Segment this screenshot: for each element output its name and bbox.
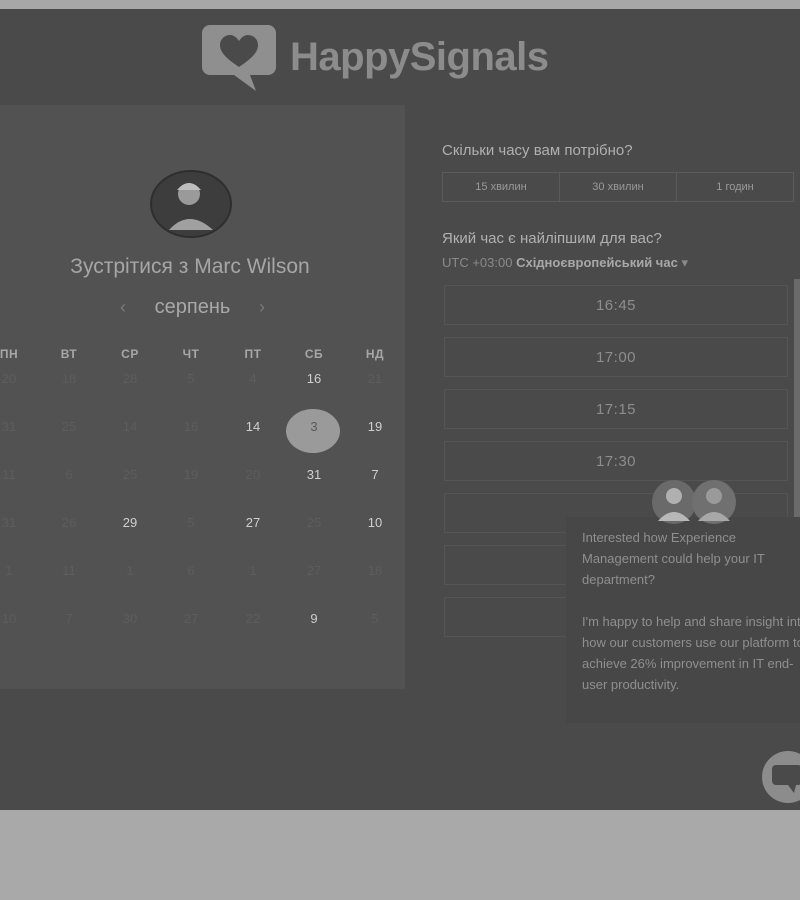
brand-logo: HappySignals (200, 21, 549, 93)
weekday-label: ЧТ (182, 347, 200, 361)
calendar-day: 19 (183, 467, 199, 482)
calendar-day: 16 (183, 419, 199, 434)
calendar-day: 26 (61, 515, 77, 530)
time-slot[interactable]: 17:00 (444, 337, 788, 377)
calendar-day: 1 (126, 563, 134, 578)
calendar-day: 30 (122, 611, 138, 626)
calendar-day: 11 (62, 563, 76, 578)
heart-speech-bubble-icon (202, 25, 276, 91)
calendar-day: 4 (249, 371, 257, 386)
time-slot[interactable]: 16:45 (444, 285, 788, 325)
calendar-day: 6 (65, 467, 73, 482)
weekday-label: СБ (304, 347, 324, 361)
calendar-day: 5 (187, 515, 195, 530)
calendar-day: 21 (367, 371, 383, 386)
weekday-label: ВТ (60, 347, 78, 361)
time-question: Який час є найліпшим для вас? (442, 230, 662, 247)
calendar-day: 28 (122, 371, 138, 386)
calendar-day[interactable]: 27 (226, 515, 280, 530)
calendar-week-row: 31 25 14 16 14 3 19 (0, 419, 405, 459)
calendar-day: 20 (1, 371, 17, 386)
calendar-day[interactable]: 10 (348, 515, 402, 530)
calendar-day: 5 (371, 611, 379, 626)
calendar-day: 31 (1, 515, 17, 530)
brand-name: HappySignals (290, 34, 549, 79)
weekday-label: СР (121, 347, 139, 361)
calendar-week-row: 20 18 28 5 4 16 21 (0, 371, 405, 411)
calendar-day: 18 (367, 563, 383, 578)
calendar-day: 6 (187, 563, 195, 578)
calendar-day: 20 (245, 467, 261, 482)
calendar-week-row: 11 6 25 19 20 31 7 (0, 467, 405, 507)
weekday-label: ПН (0, 347, 19, 361)
chat-agent-avatars (652, 480, 736, 524)
calendar-day: 25 (61, 419, 77, 434)
weekday-label: ПТ (244, 347, 262, 361)
chat-launcher-icon[interactable] (758, 751, 800, 803)
calendar-day: 22 (245, 611, 261, 626)
chat-message: Interested how Experience Management cou… (582, 527, 800, 716)
calendar-day: 14 (122, 419, 138, 434)
timezone-name: Східноєвропейський час (516, 255, 678, 270)
host-avatar (150, 170, 232, 238)
calendar-week-row: 31 26 29 5 27 25 10 (0, 515, 405, 555)
month-label: серпень (154, 295, 231, 318)
duration-selector: 15 хвилин 30 хвилин 1 годин (442, 172, 794, 202)
calendar-day[interactable]: 16 (287, 371, 341, 386)
timezone-offset: UTC +03:00 (442, 255, 513, 270)
calendar-day-selected[interactable]: 3 (287, 419, 341, 434)
bottom-strip (0, 810, 800, 900)
top-bar (0, 0, 800, 9)
weekday-label: НД (365, 347, 385, 361)
calendar-day[interactable]: 14 (226, 419, 280, 434)
chat-message-line-2: I'm happy to help and share insight into… (582, 614, 800, 692)
calendar-day: 27 (183, 611, 199, 626)
calendar-day: 10 (1, 611, 17, 626)
calendar-day: 11 (2, 467, 16, 482)
calendar-day: 31 (1, 419, 17, 434)
calendar-day: 25 (122, 467, 138, 482)
timezone-selector[interactable]: UTC +03:00 Східноєвропейський час ▾ (442, 255, 688, 271)
calendar-day: 27 (306, 563, 322, 578)
duration-30-button[interactable]: 30 хвилин (560, 173, 677, 201)
calendar-day: 7 (65, 611, 73, 626)
calendar-day: 1 (249, 563, 257, 578)
time-slot[interactable]: 17:15 (444, 389, 788, 429)
meeting-title: Зустрітися з Marc Wilson (70, 255, 310, 278)
calendar-day[interactable]: 29 (103, 515, 157, 530)
calendar-day[interactable]: 7 (348, 467, 402, 482)
calendar-week-row: 1 11 1 6 1 27 18 (0, 563, 405, 603)
month-navigator: ‹ серпень › (115, 294, 270, 320)
chevron-right-icon[interactable]: › (254, 297, 270, 318)
chat-message-line-1: Interested how Experience Management cou… (582, 530, 765, 587)
chevron-down-icon: ▾ (681, 255, 688, 270)
calendar-day: 25 (306, 515, 322, 530)
calendar-day[interactable]: 19 (348, 419, 402, 434)
calendar-day[interactable]: 31 (287, 467, 341, 482)
calendar-day: 5 (187, 371, 195, 386)
calendar-week-row: 10 7 30 27 22 9 5 (0, 611, 405, 651)
calendar-day: 18 (61, 371, 77, 386)
chevron-left-icon[interactable]: ‹ (115, 297, 131, 318)
calendar-day[interactable]: 9 (287, 611, 341, 626)
calendar-day: 1 (5, 563, 13, 578)
page-overlay: HappySignals Зустрітися з Marc Wilson ‹ … (0, 9, 800, 810)
time-slot[interactable]: 17:30 (444, 441, 788, 481)
duration-15-button[interactable]: 15 хвилин (443, 173, 560, 201)
duration-60-button[interactable]: 1 годин (677, 173, 793, 201)
duration-question: Скільки часу вам потрібно? (442, 142, 633, 159)
